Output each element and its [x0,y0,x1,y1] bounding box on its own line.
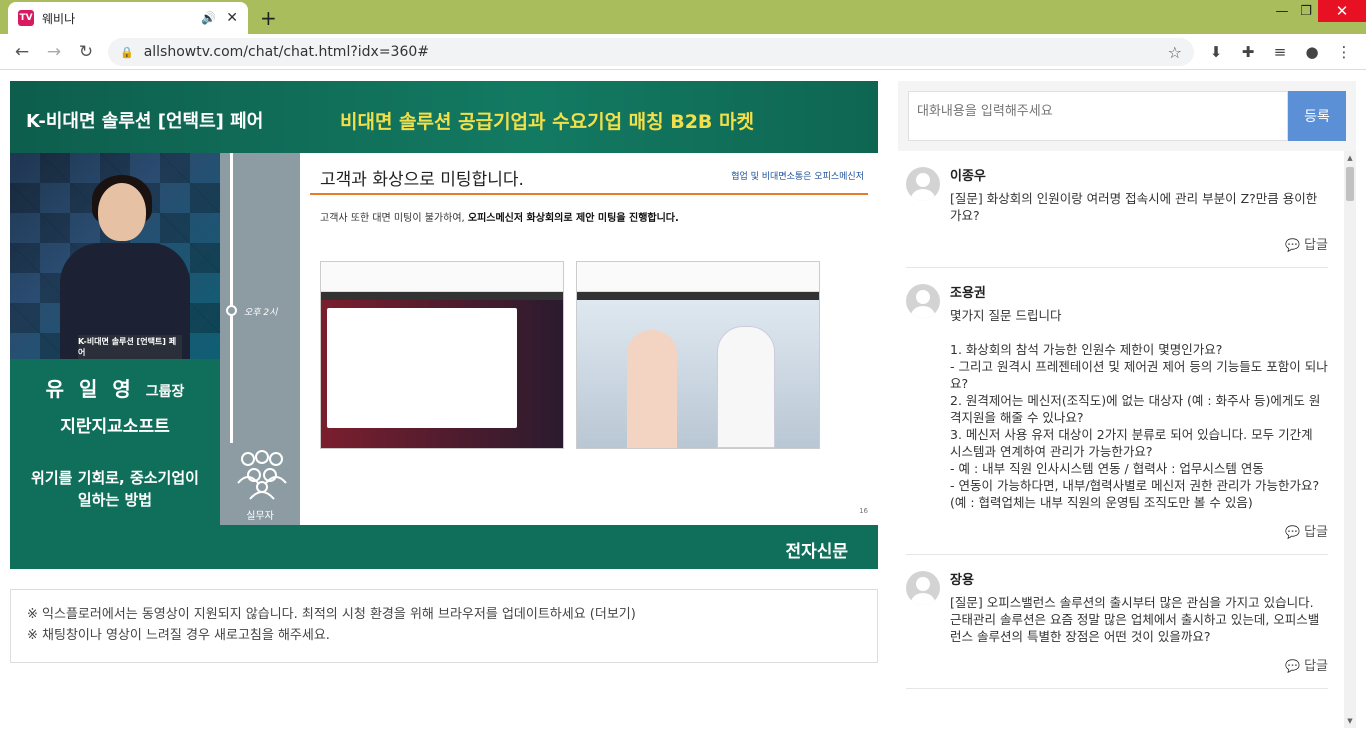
extensions-puzzle-icon[interactable]: ✚ [1238,42,1258,62]
timeline-dot [226,305,237,316]
browser-toolbar: ← → ↻ 🔒 allshowtv.com/chat/chat.html?idx… [0,34,1366,70]
message-text: [질문] 화상회의 인원이랑 여러명 접속시에 관리 부분이 Z?만큼 용이한가… [950,191,1318,223]
profile-icon[interactable]: ● [1302,42,1322,62]
reply-button[interactable]: 💬 답글 [950,234,1328,253]
session-topic: 위기를 기회로, 중소기업이 일하는 방법 [31,469,199,509]
tab-strip: TV 웨비나 🔊 ✕ + — ❐ ✕ [0,0,1366,34]
slide-desc-bold: 오피스메신저 화상회의로 제안 미팅을 진행합니다. [467,213,679,224]
video-footer: 전자신문 [220,525,878,569]
window-titlebar [577,262,819,292]
speaker-info: 유 일 영 그룹장 지란지교소프트 위기를 기회로, 중소기업이 일하는 방법 [10,359,220,569]
speaker-face [98,183,146,241]
message-text: [질문] 오피스밸런스 솔루션의 출시부터 많은 관심을 가지고 있습니다. 근… [950,595,1320,644]
favicon-icon: TV [18,10,34,26]
address-bar[interactable]: 🔒 allshowtv.com/chat/chat.html?idx=360# … [108,38,1194,66]
chat-message: 이종우 [질문] 화상회의 인원이랑 여러명 접속시에 관리 부분이 Z?만큼 … [906,151,1328,268]
timeline-time: 오후 2시 [244,308,278,318]
reply-label: 답글 [1304,659,1328,674]
event-banner: K-비대면 솔루션 [언택트] 페어 비대면 솔루션 공급기업과 수요기업 매칭… [10,81,878,153]
message-text: 몇가지 질문 드립니다 1. 화상회의 참석 가능한 인원수 제한이 몇명인가요… [950,308,1328,510]
url-text[interactable]: allshowtv.com/chat/chat.html?idx=360# [144,44,1168,60]
message-author: 이종우 [950,169,986,184]
notice-box: ※ 익스플로러에서는 동영상이 지원되지 않습니다. 최적의 시청 환경을 위해… [10,589,878,663]
event-brand: K-비대면 솔루션 [언택트] 페어 [26,111,264,132]
slide-title: 고객과 화상으로 미팅합니다. [320,170,524,190]
speaker-title: 그룹장 [145,384,185,400]
bookmark-star-icon[interactable]: ☆ [1168,43,1182,62]
back-icon[interactable]: ← [10,40,34,64]
lock-icon: 🔒 [120,45,134,59]
slide-rule [310,193,868,195]
screenshot-video-call [576,261,820,449]
chat-message: 장용 [질문] 오피스밸런스 솔루션의 출시부터 많은 관심을 가지고 있습니다… [906,555,1328,689]
people-group-icon [237,450,287,500]
reply-label: 답글 [1304,238,1328,253]
chat-scrollbar[interactable]: ▲ ▼ [1344,151,1356,728]
chat-message: 조용권 몇가지 질문 드립니다 1. 화상회의 참석 가능한 인원수 제한이 몇… [906,268,1328,555]
reply-label: 답글 [1304,525,1328,540]
user-avatar-icon [906,284,940,318]
screenshot-messenger-window [320,261,564,449]
browser-tab[interactable]: TV 웨비나 🔊 ✕ [8,2,248,34]
comment-icon: 💬 [1285,659,1301,673]
slide-description: 고객사 또한 대면 미팅이 불가하여, 오피스메신저 화상회의로 제안 미팅을 … [320,209,679,224]
slide-page-number: 16 [859,507,868,515]
speaker-company: 지란지교소프트 [60,417,170,437]
event-slogan: 비대면 솔루션 공급기업과 수요기업 매칭 B2B 마켓 [340,111,754,133]
speaker-camera: K-비대면 솔루션 [언택트] 페어 [10,153,220,359]
participant-man [717,326,775,448]
message-author: 장용 [950,573,974,588]
user-avatar-icon [906,571,940,605]
slide-timeline: 오후 2시 실무자 [220,153,300,525]
scroll-down-icon[interactable]: ▼ [1344,717,1356,725]
reload-icon[interactable]: ↻ [74,40,98,64]
scroll-thumb[interactable] [1346,167,1354,201]
file-share-panel [327,308,517,428]
close-icon[interactable]: ✕ [226,10,238,26]
window-close-icon[interactable]: ✕ [1318,0,1366,22]
speaker-icon[interactable]: 🔊 [201,11,216,25]
chat-input[interactable] [908,91,1288,141]
reply-button[interactable]: 💬 답글 [950,655,1328,674]
download-extension-icon[interactable]: ⬇ [1206,42,1226,62]
video-player[interactable]: K-비대면 솔루션 [언택트] 페어 비대면 솔루션 공급기업과 수요기업 매칭… [10,81,878,569]
tab-title: 웨비나 [42,11,76,26]
slide-subtitle: 협업 및 비대면소통은 오피스메신저 [731,172,864,182]
user-avatar-icon [906,167,940,201]
scroll-up-icon[interactable]: ▲ [1344,154,1356,162]
forward-icon[interactable]: → [42,40,66,64]
broadcaster-logo: 전자신문 [785,542,848,562]
reply-button[interactable]: 💬 답글 [950,521,1328,540]
timeline-line [230,153,233,443]
new-tab-icon[interactable]: + [260,6,277,30]
podium-sign: K-비대면 솔루션 [언택트] 페어 [78,335,182,359]
speaker-name: 유 일 영 그룹장 [10,373,220,402]
notice-line-1[interactable]: ※ 익스플로러에서는 동영상이 지원되지 않습니다. 최적의 시청 환경을 위해… [27,604,861,625]
comment-icon: 💬 [1285,238,1301,252]
window-toolbar [321,292,563,300]
chat-message-list[interactable]: 이종우 [질문] 화상회의 인원이랑 여러명 접속시에 관리 부분이 Z?만큼 … [898,151,1344,728]
page-content: K-비대면 솔루션 [언택트] 페어 비대면 솔루션 공급기업과 수요기업 매칭… [0,71,1366,738]
slide-desc-plain: 고객사 또한 대면 미팅이 불가하여, [320,213,468,224]
participant-woman [627,330,677,448]
presentation-slide: 고객과 화상으로 미팅합니다. 협업 및 비대면소통은 오피스메신저 고객사 또… [300,153,878,525]
message-author: 조용권 [950,286,986,301]
chat-panel: 등록 이종우 [질문] 화상회의 인원이랑 여러명 접속시에 관리 부분이 Z?… [898,81,1356,728]
media-queue-icon[interactable]: ≡ [1270,42,1290,62]
comment-icon: 💬 [1285,525,1301,539]
role-label: 실무자 [246,511,274,522]
window-toolbar [577,292,819,300]
video-call-view [577,300,819,448]
restore-icon[interactable]: ❐ [1292,0,1320,22]
window-titlebar [321,262,563,292]
chat-submit-button[interactable]: 등록 [1288,91,1346,141]
speaker-name-text: 유 일 영 [45,377,135,401]
menu-kebab-icon[interactable]: ⋮ [1334,42,1354,62]
messenger-view [321,300,563,448]
notice-line-2: ※ 채팅창이나 영상이 느려질 경우 새로고침을 해주세요. [27,628,330,643]
